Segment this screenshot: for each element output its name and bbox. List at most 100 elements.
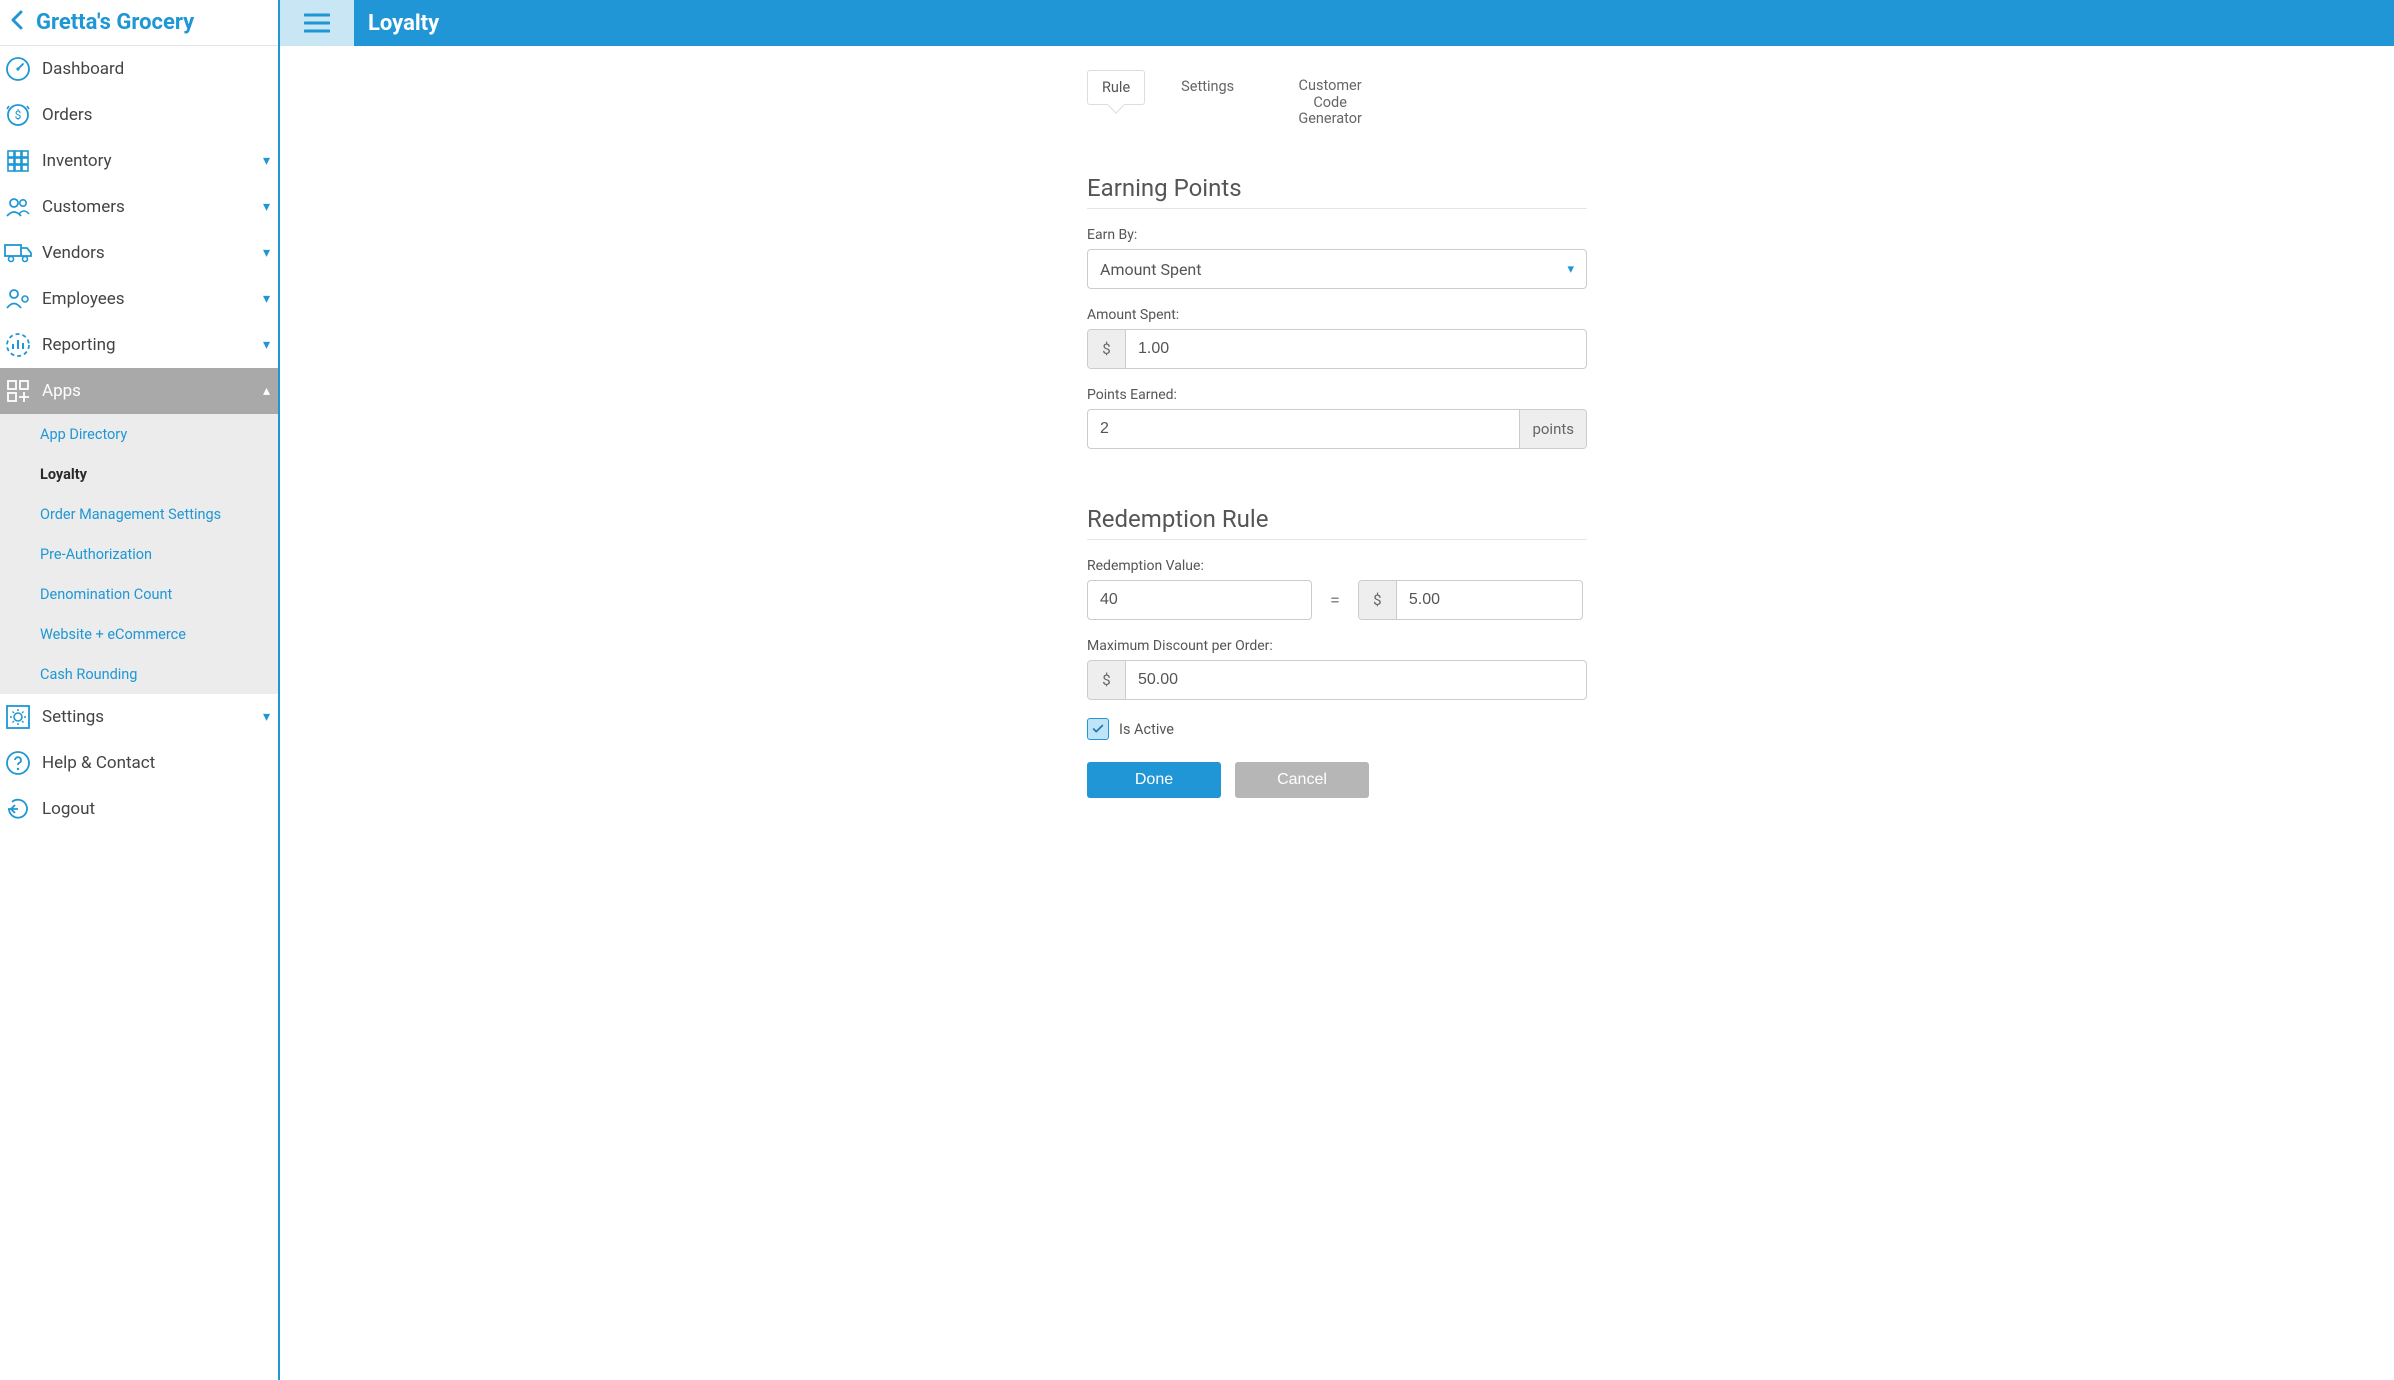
back-chevron-icon[interactable]: [6, 10, 28, 36]
topbar: Loyalty: [280, 0, 2394, 46]
apps-icon: [4, 377, 32, 405]
tab-customer-code[interactable]: Customer Code Generator: [1270, 70, 1390, 136]
sidebar-item-customers[interactable]: Customers ▾: [0, 184, 278, 230]
chevron-up-icon: ▴: [263, 383, 270, 399]
check-icon: [1091, 722, 1105, 736]
redemption-currency-group: $: [1358, 580, 1583, 620]
redemption-rule-heading: Redemption Rule: [1087, 505, 1587, 540]
sidebar-header: Gretta's Grocery: [0, 0, 278, 46]
svg-text:$: $: [15, 108, 22, 122]
nav-label: Orders: [42, 105, 270, 125]
chevron-down-icon: ▾: [1567, 262, 1574, 277]
nav-label: Inventory: [42, 151, 253, 171]
amount-spent-field: Amount Spent: $: [1087, 307, 1587, 369]
points-earned-input-group: points: [1087, 409, 1587, 449]
done-button[interactable]: Done: [1087, 762, 1221, 798]
button-row: Done Cancel: [1087, 762, 1587, 798]
is-active-row: Is Active: [1087, 718, 1587, 740]
earn-by-value: Amount Spent: [1100, 260, 1202, 279]
nav-label: Apps: [42, 381, 253, 401]
main: Loyalty Rule Settings Customer Code Gene…: [280, 0, 2394, 1380]
subnav-website-ecommerce[interactable]: Website + eCommerce: [0, 614, 278, 654]
redemption-row: points = $: [1087, 580, 1587, 620]
redemption-value-field: Redemption Value: points = $: [1087, 558, 1587, 620]
redemption-points-group: points: [1087, 580, 1312, 620]
nav-label: Logout: [42, 799, 270, 819]
help-icon: [4, 749, 32, 777]
nav-label: Customers: [42, 197, 253, 217]
chevron-down-icon: ▾: [263, 337, 270, 353]
subnav-cash-rounding[interactable]: Cash Rounding: [0, 654, 278, 694]
store-name[interactable]: Gretta's Grocery: [36, 10, 194, 35]
sidebar-item-settings[interactable]: Settings ▾: [0, 694, 278, 740]
sidebar-item-help[interactable]: Help & Contact: [0, 740, 278, 786]
truck-icon: [4, 239, 32, 267]
points-earned-field: Points Earned: points: [1087, 387, 1587, 449]
gauge-icon: [4, 55, 32, 83]
sidebar-item-reporting[interactable]: Reporting ▾: [0, 322, 278, 368]
redemption-currency-input[interactable]: [1397, 581, 1583, 619]
sidebar-item-apps[interactable]: Apps ▴: [0, 368, 278, 414]
sidebar-item-vendors[interactable]: Vendors ▾: [0, 230, 278, 276]
inventory-icon: [4, 147, 32, 175]
apps-subnav: App Directory Loyalty Order Management S…: [0, 414, 278, 694]
amount-spent-label: Amount Spent:: [1087, 307, 1587, 323]
amount-spent-input[interactable]: [1126, 330, 1586, 368]
tab-rule[interactable]: Rule: [1087, 70, 1145, 105]
currency-addon: $: [1088, 661, 1126, 699]
is-active-checkbox[interactable]: [1087, 718, 1109, 740]
chevron-down-icon: ▾: [263, 153, 270, 169]
sidebar-item-logout[interactable]: Logout: [0, 786, 278, 832]
nav-label: Employees: [42, 289, 253, 309]
earn-by-field: Earn By: Amount Spent ▾: [1087, 227, 1587, 289]
is-active-label: Is Active: [1119, 721, 1174, 738]
subnav-denom-count[interactable]: Denomination Count: [0, 574, 278, 614]
chevron-down-icon: ▾: [263, 291, 270, 307]
tab-settings[interactable]: Settings: [1167, 70, 1248, 103]
content: Rule Settings Customer Code Generator Ea…: [280, 46, 2394, 1380]
nav-label: Reporting: [42, 335, 253, 355]
loyalty-panel: Rule Settings Customer Code Generator Ea…: [1087, 70, 1587, 1340]
chevron-down-icon: ▾: [263, 199, 270, 215]
nav-label: Help & Contact: [42, 753, 270, 773]
points-earned-label: Points Earned:: [1087, 387, 1587, 403]
gear-icon: [4, 703, 32, 731]
max-discount-label: Maximum Discount per Order:: [1087, 638, 1587, 654]
currency-addon: $: [1359, 581, 1397, 619]
equals-sign: =: [1330, 590, 1340, 611]
max-discount-input[interactable]: [1126, 661, 1586, 699]
points-earned-input[interactable]: [1088, 410, 1519, 448]
max-discount-input-group: $: [1087, 660, 1587, 700]
points-addon: points: [1519, 410, 1586, 448]
hamburger-button[interactable]: [280, 0, 354, 46]
orders-icon: $: [4, 101, 32, 129]
subnav-loyalty[interactable]: Loyalty: [0, 454, 278, 494]
currency-addon: $: [1088, 330, 1126, 368]
earn-by-select[interactable]: Amount Spent ▾: [1087, 249, 1587, 289]
amount-spent-input-group: $: [1087, 329, 1587, 369]
chevron-down-icon: ▾: [263, 709, 270, 725]
subnav-app-directory[interactable]: App Directory: [0, 414, 278, 454]
max-discount-field: Maximum Discount per Order: $: [1087, 638, 1587, 700]
cancel-button[interactable]: Cancel: [1235, 762, 1369, 798]
sidebar: Gretta's Grocery Dashboard $ Orders Inve…: [0, 0, 280, 1380]
customers-icon: [4, 193, 32, 221]
employees-icon: [4, 285, 32, 313]
nav-label: Dashboard: [42, 59, 270, 79]
page-title: Loyalty: [354, 11, 439, 36]
earn-by-label: Earn By:: [1087, 227, 1587, 243]
redemption-value-label: Redemption Value:: [1087, 558, 1587, 574]
subnav-preauth[interactable]: Pre-Authorization: [0, 534, 278, 574]
subnav-order-mgmt[interactable]: Order Management Settings: [0, 494, 278, 534]
hamburger-icon: [304, 13, 330, 33]
sidebar-item-dashboard[interactable]: Dashboard: [0, 46, 278, 92]
redemption-points-input[interactable]: [1088, 581, 1312, 619]
chevron-down-icon: ▾: [263, 245, 270, 261]
sidebar-item-employees[interactable]: Employees ▾: [0, 276, 278, 322]
nav-label: Vendors: [42, 243, 253, 263]
nav-label: Settings: [42, 707, 253, 727]
tabs: Rule Settings Customer Code Generator: [1087, 70, 1587, 136]
sidebar-item-orders[interactable]: $ Orders: [0, 92, 278, 138]
sidebar-item-inventory[interactable]: Inventory ▾: [0, 138, 278, 184]
earning-points-heading: Earning Points: [1087, 174, 1587, 209]
